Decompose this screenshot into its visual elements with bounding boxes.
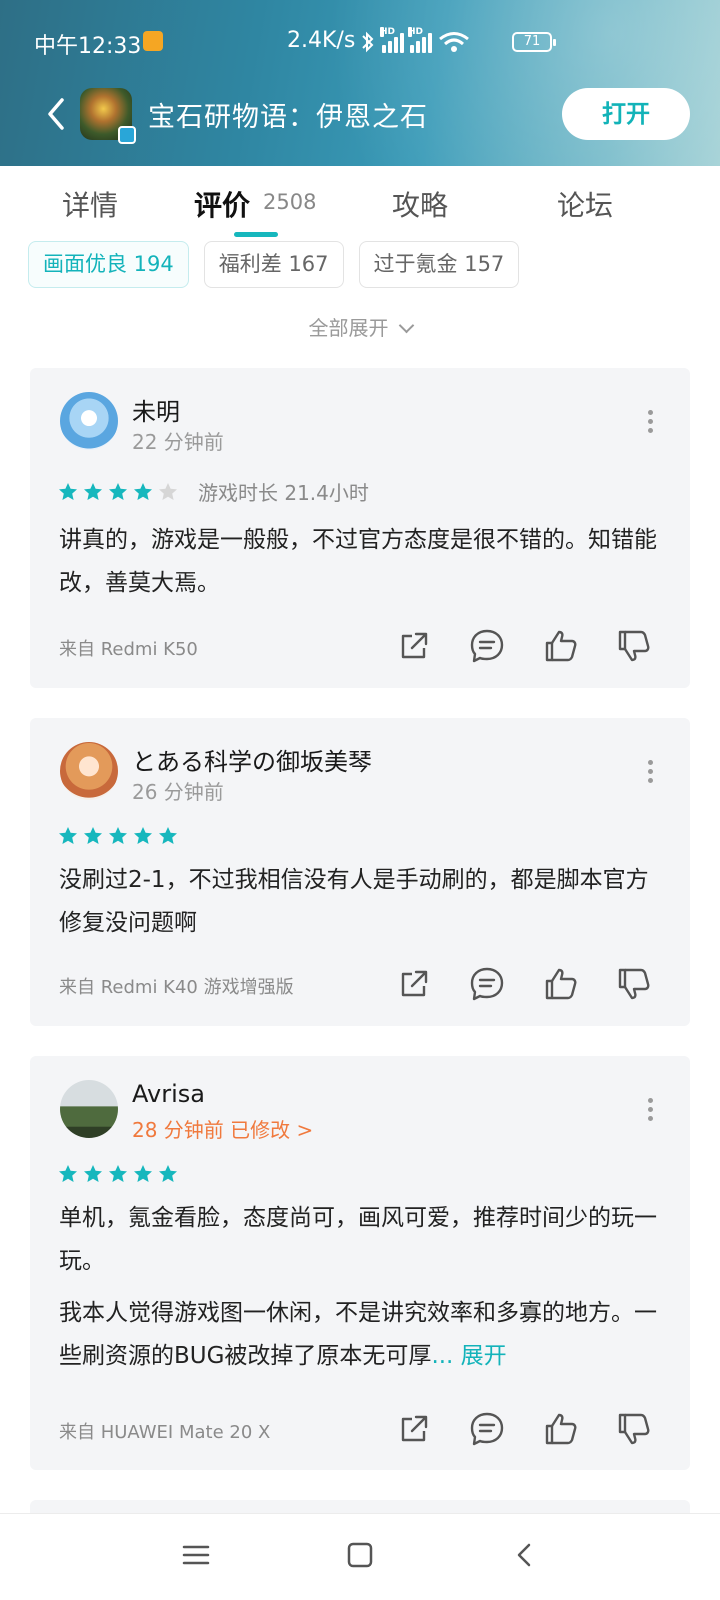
comment-icon[interactable] — [467, 1409, 507, 1449]
avatar[interactable] — [60, 742, 118, 800]
review-card: 未明 22 分钟前 游戏时长 21.4小时 讲真的，游戏是一般般，不过官方态度是… — [30, 368, 690, 688]
review-time: 22 分钟前 — [132, 430, 224, 454]
star-icon — [59, 483, 77, 500]
review-actions — [394, 1409, 654, 1449]
thumbs-down-icon[interactable] — [614, 626, 654, 666]
home-icon[interactable] — [345, 1540, 375, 1570]
more-options-icon[interactable] — [648, 1098, 654, 1124]
share-icon[interactable] — [394, 1409, 434, 1449]
star-icon — [109, 483, 127, 500]
chevron-down-icon — [398, 317, 414, 334]
tab-reviews[interactable]: 评价 — [194, 184, 250, 224]
star-icon — [109, 827, 127, 844]
tab-forum[interactable]: 论坛 — [557, 184, 613, 224]
battery-icon: 71 — [512, 32, 556, 52]
avatar[interactable] — [60, 392, 118, 450]
thumbs-down-icon[interactable] — [614, 1409, 654, 1449]
tab-guides[interactable]: 攻略 — [392, 184, 448, 224]
share-icon[interactable] — [394, 626, 434, 666]
app-title: 宝石研物语：伊恩之石 — [148, 102, 428, 133]
review-text-part: 我本人觉得游戏图一休闲，不是讲究效率和多寡的地方。一些刷资源的BUG被改掉了原本… — [59, 1300, 657, 1369]
network-speed: 2.4K/s — [287, 28, 356, 53]
review-card: Avrisa 28 分钟前 已修改 > 单机，氪金看脸，态度尚可，画风可爱，推荐… — [30, 1056, 690, 1470]
open-button[interactable]: 打开 — [562, 88, 690, 140]
thumbs-up-icon[interactable] — [541, 1409, 581, 1449]
tab-bar: 详情 评价 2508 攻略 论坛 — [0, 166, 720, 240]
rating-stars — [58, 826, 178, 846]
review-device: 来自 Redmi K50 — [59, 639, 198, 660]
back-icon[interactable] — [510, 1540, 540, 1570]
review-text[interactable]: 讲真的，游戏是一般般，不过官方态度是很不错的。知错能改，善莫大焉。 — [59, 519, 659, 605]
star-icon — [134, 483, 152, 500]
star-icon — [59, 1165, 77, 1182]
review-count: 2508 — [263, 190, 317, 214]
star-icon — [59, 827, 77, 844]
review-actions — [394, 626, 654, 666]
review-text[interactable]: 没刷过2-1，不过我相信没有人是手动刷的，都是脚本官方修复没问题啊 — [59, 859, 659, 945]
comment-icon[interactable] — [467, 964, 507, 1004]
expand-all-tags[interactable]: 全部展开 — [0, 312, 720, 341]
tag-chip-pay-to-win[interactable]: 过于氪金 157 — [358, 241, 520, 288]
app-icon — [80, 88, 136, 144]
wifi-icon — [439, 32, 469, 52]
playtime: 游戏时长 21.4小时 — [198, 481, 369, 505]
review-time: 26 分钟前 — [132, 780, 224, 804]
star-icon — [159, 827, 177, 844]
bluetooth-icon — [362, 31, 374, 53]
tag-chip-welfare[interactable]: 福利差 167 — [203, 241, 344, 288]
app-nav: 宝石研物语：伊恩之石 打开 — [0, 80, 720, 150]
rating-stars — [58, 482, 178, 502]
review-text-continued[interactable]: 我本人觉得游戏图一休闲，不是讲究效率和多寡的地方。一些刷资源的BUG被改掉了原本… — [59, 1292, 659, 1378]
status-bar: 中午12:33 2.4K/s HD HD 71 — [0, 22, 720, 62]
review-device: 来自 Redmi K40 游戏增强版 — [59, 977, 294, 998]
star-icon — [84, 1165, 102, 1182]
back-arrow-icon[interactable] — [38, 90, 78, 138]
review-time-edited[interactable]: 28 分钟前 已修改 > — [132, 1114, 313, 1143]
star-icon — [159, 483, 177, 500]
review-tag-filters: 画面优良 194 福利差 167 过于氪金 157 — [28, 241, 520, 288]
status-icons: HD HD — [360, 27, 470, 54]
thumbs-up-icon[interactable] — [541, 626, 581, 666]
tab-details[interactable]: 详情 — [62, 184, 118, 224]
expand-all-label: 全部展开 — [308, 316, 389, 340]
star-icon — [109, 1165, 127, 1182]
review-card: とある科学の御坂美琴 26 分钟前 没刷过2-1，不过我相信没有人是手动刷的，都… — [30, 718, 690, 1026]
review-actions — [394, 964, 654, 1004]
app-platform-badge — [118, 126, 136, 144]
star-icon — [134, 827, 152, 844]
system-nav-bar — [0, 1513, 720, 1600]
more-options-icon[interactable] — [648, 760, 654, 786]
menu-icon[interactable] — [181, 1540, 211, 1570]
star-icon — [134, 1165, 152, 1182]
rating-stars — [58, 1164, 178, 1184]
review-username[interactable]: とある科学の御坂美琴 — [132, 742, 372, 777]
comment-icon[interactable] — [467, 626, 507, 666]
share-icon[interactable] — [394, 964, 434, 1004]
review-username[interactable]: 未明 — [132, 392, 180, 427]
more-options-icon[interactable] — [648, 410, 654, 436]
star-icon — [84, 827, 102, 844]
notification-icon — [143, 31, 163, 51]
signal-icon-sim1: HD — [380, 27, 404, 53]
avatar[interactable] — [60, 1080, 118, 1138]
app-header: 中午12:33 2.4K/s HD HD 71 宝石研物语：伊恩之石 打开 — [0, 0, 720, 166]
status-time: 中午12:33 — [34, 34, 142, 59]
tag-chip-graphics[interactable]: 画面优良 194 — [28, 241, 189, 288]
thumbs-up-icon[interactable] — [541, 964, 581, 1004]
review-text[interactable]: 单机，氪金看脸，态度尚可，画风可爱，推荐时间少的玩一玩。 — [59, 1197, 659, 1283]
signal-icon-sim2: HD — [408, 27, 432, 53]
active-tab-indicator — [234, 232, 278, 237]
review-device: 来自 HUAWEI Mate 20 X — [59, 1422, 271, 1443]
review-username[interactable]: Avrisa — [132, 1080, 205, 1108]
star-icon — [159, 1165, 177, 1182]
star-icon — [84, 483, 102, 500]
thumbs-down-icon[interactable] — [614, 964, 654, 1004]
expand-review-link[interactable]: ... 展开 — [431, 1343, 506, 1369]
